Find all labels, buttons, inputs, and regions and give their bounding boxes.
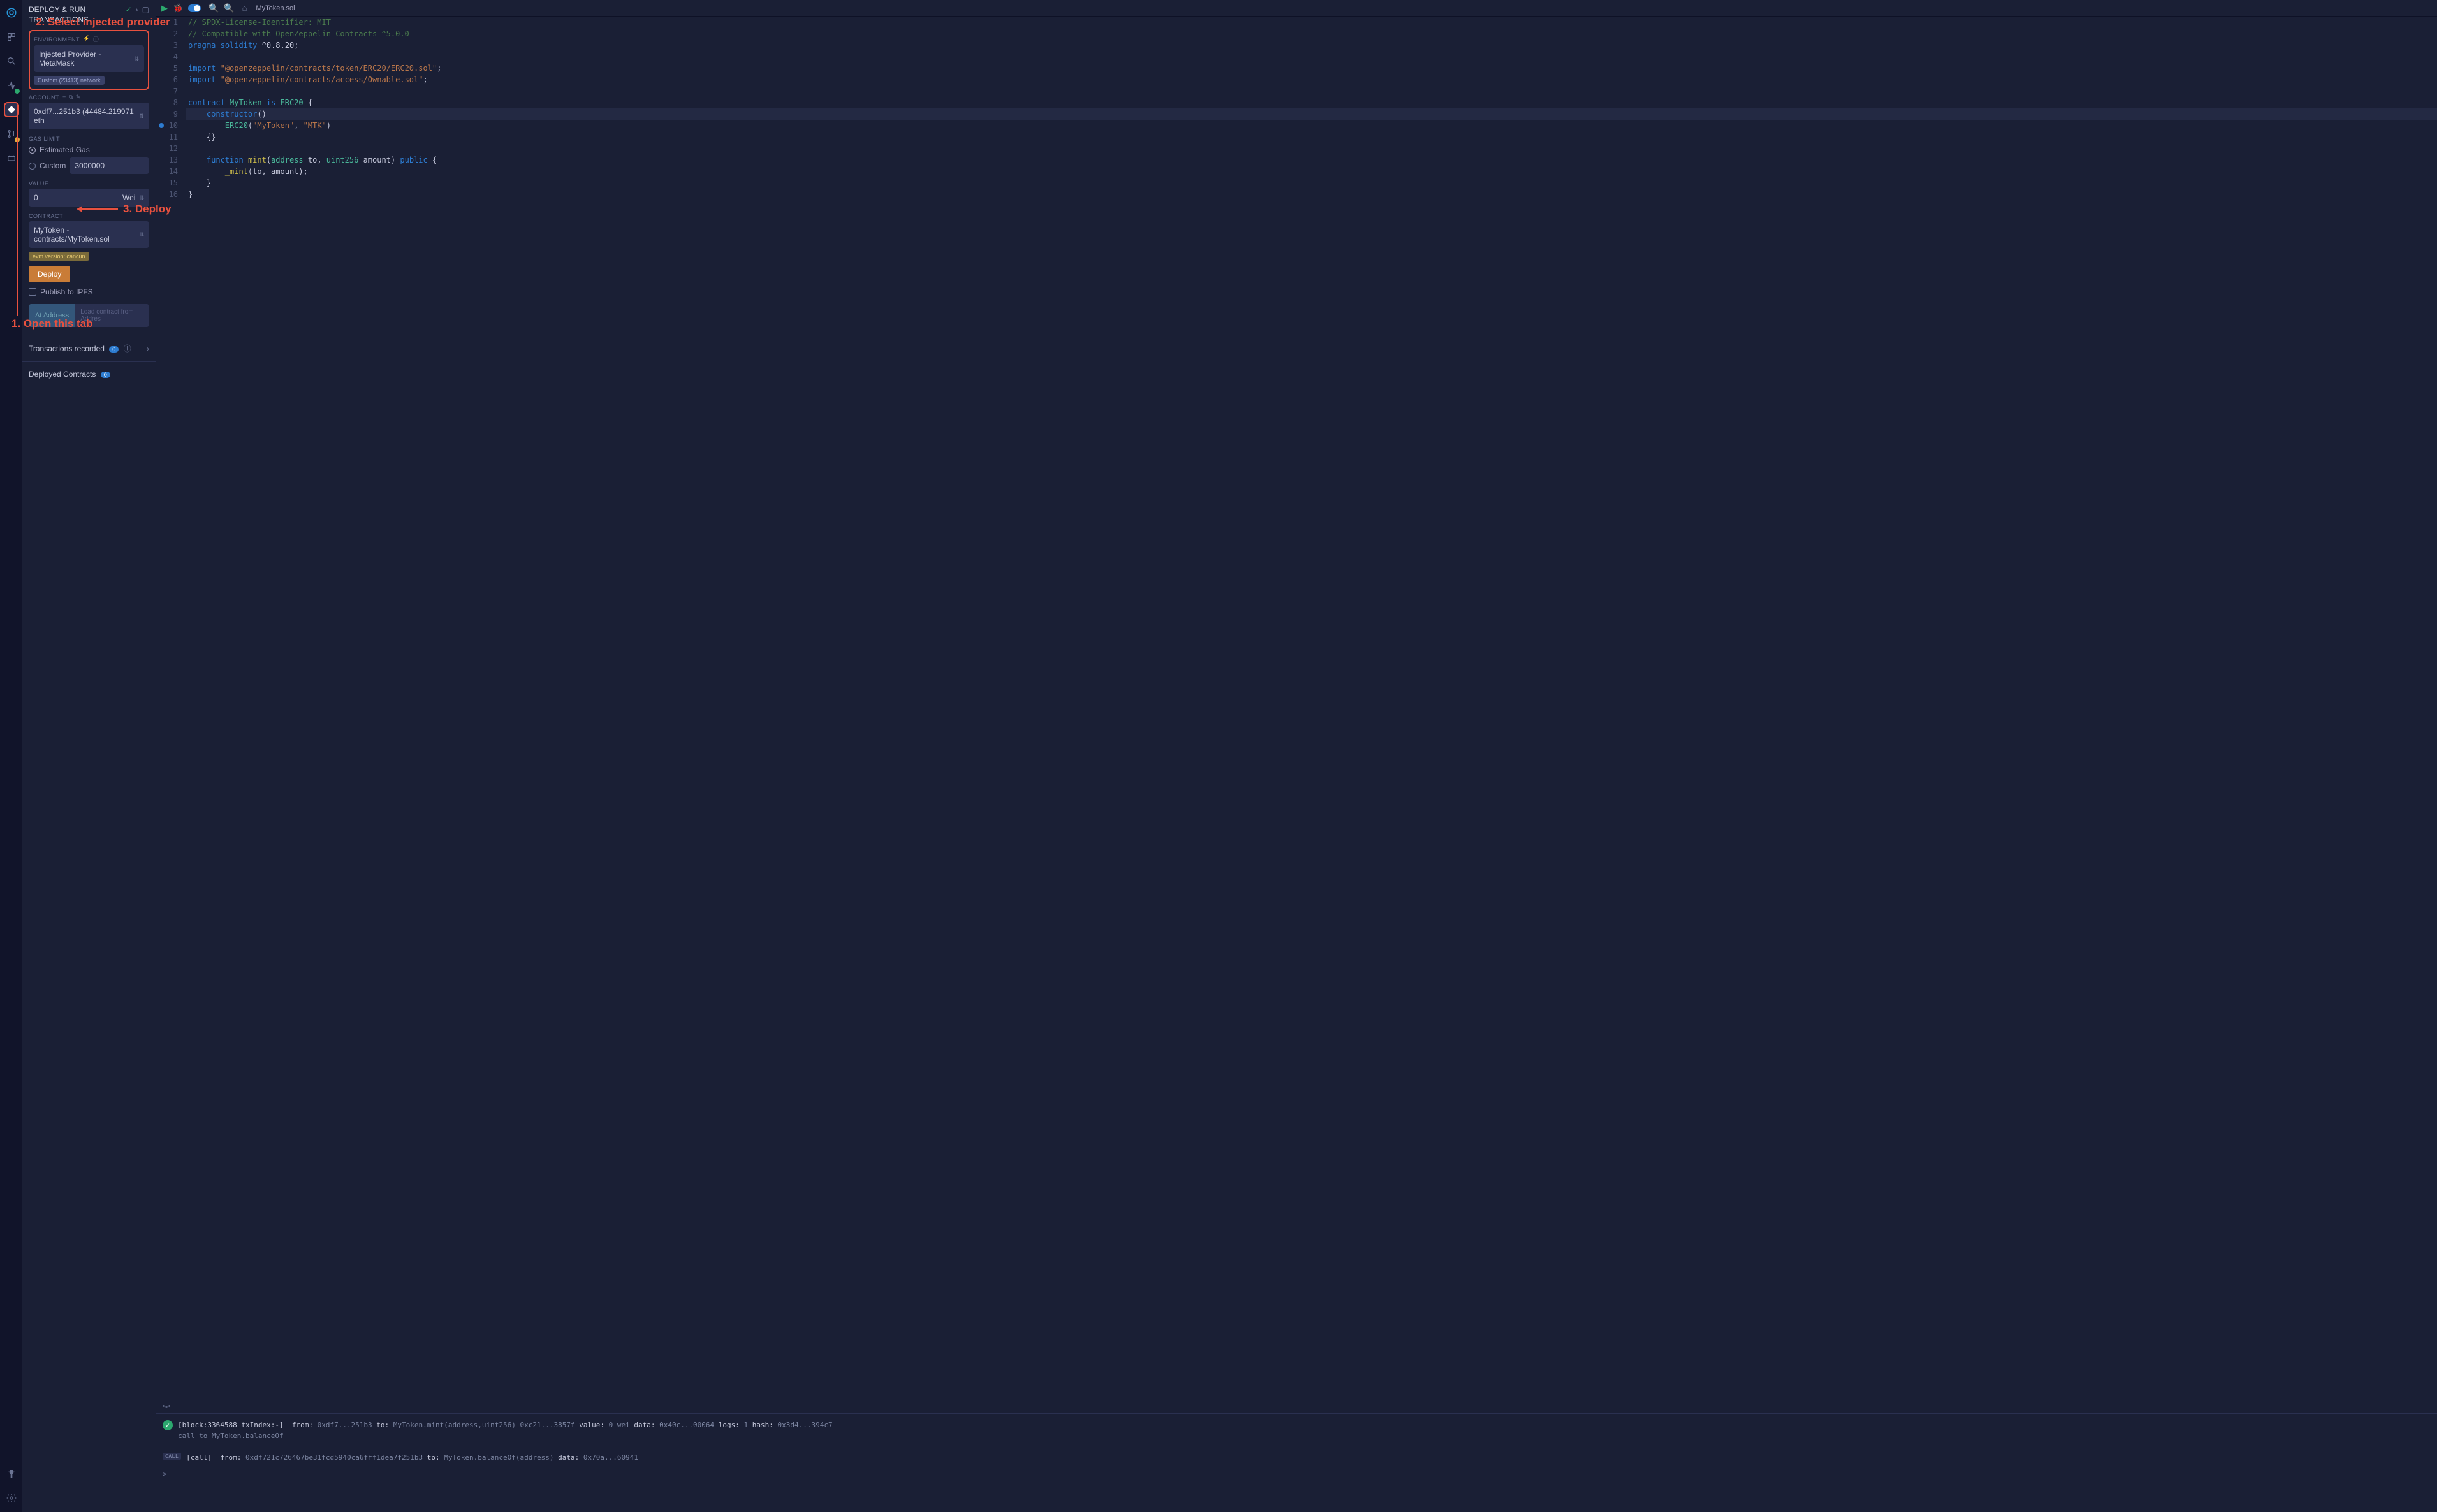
- value-label: VALUE: [29, 180, 149, 187]
- account-label: ACCOUNT: [29, 94, 59, 101]
- gas-custom-radio[interactable]: Custom: [29, 161, 66, 170]
- panel-expand-icon[interactable]: ▢: [142, 5, 149, 15]
- tx-log-line: [block:3364588 txIndex:-] from: 0xdf7...…: [178, 1420, 833, 1441]
- deployed-contracts-row[interactable]: Deployed Contracts 0: [29, 370, 149, 379]
- editor-area: ▶ 🐞 🔍 🔍 ⌂ MyToken.sol 2. Select injected…: [156, 0, 2437, 1512]
- account-select[interactable]: 0xdf7...251b3 (44484.219971 eth⇅: [29, 103, 149, 129]
- gas-estimated-radio[interactable]: Estimated Gas: [29, 145, 149, 154]
- environment-select[interactable]: Injected Provider - MetaMask⇅: [34, 45, 144, 72]
- at-address-button[interactable]: At Address: [29, 304, 75, 327]
- terminal[interactable]: ✓ [block:3364588 txIndex:-] from: 0xdf7.…: [156, 1413, 2437, 1512]
- deploy-panel: DEPLOY & RUN TRANSACTIONS ✓ › ▢ ENVIRONM…: [22, 0, 156, 1512]
- file-tab[interactable]: MyToken.sol: [252, 4, 298, 12]
- env-plug-icon[interactable]: ⚡: [83, 35, 91, 43]
- tx-success-icon: ✓: [163, 1420, 173, 1430]
- zoom-out-icon[interactable]: 🔍: [209, 3, 219, 13]
- value-input[interactable]: 0: [29, 189, 117, 207]
- toggle-switch[interactable]: [188, 4, 201, 12]
- plugin-icon[interactable]: [4, 150, 19, 166]
- compiler-icon[interactable]: [4, 78, 19, 93]
- environment-label: ENVIRONMENT: [34, 36, 80, 43]
- account-sign-icon[interactable]: ✎: [76, 94, 81, 101]
- call-log-line: [call] from: 0xdf721c726467be31fcd5940ca…: [186, 1453, 638, 1464]
- plugin-manager-icon[interactable]: [4, 1466, 19, 1481]
- evm-version-badge: evm version: cancun: [29, 252, 89, 261]
- value-unit-select[interactable]: Wei⇅: [117, 189, 149, 207]
- call-badge: CALL: [163, 1453, 181, 1460]
- contract-select[interactable]: MyToken - contracts/MyToken.sol⇅: [29, 221, 149, 248]
- file-explorer-icon[interactable]: [4, 29, 19, 45]
- environment-section: ENVIRONMENT ⚡ ⓘ Injected Provider - Meta…: [29, 30, 149, 90]
- panel-next-icon[interactable]: ›: [136, 5, 138, 15]
- gas-custom-input[interactable]: 3000000: [70, 157, 149, 174]
- deploy-run-icon[interactable]: [4, 102, 19, 117]
- env-info-icon[interactable]: ⓘ: [93, 35, 99, 43]
- network-badge: Custom (23413) network: [34, 76, 105, 85]
- code-editor[interactable]: 12345678910111213141516 // SPDX-License-…: [156, 17, 2437, 1413]
- gas-limit-label: GAS LIMIT: [29, 136, 149, 142]
- panel-title: DEPLOY & RUN TRANSACTIONS: [29, 5, 126, 25]
- debugger-icon[interactable]: [4, 126, 19, 142]
- terminal-prompt[interactable]: >: [163, 1470, 2431, 1478]
- contract-label: CONTRACT: [29, 213, 149, 219]
- deploy-button[interactable]: Deploy: [29, 266, 70, 282]
- debug-icon[interactable]: 🐞: [173, 3, 183, 13]
- panel-check-icon[interactable]: ✓: [126, 5, 132, 15]
- icon-sidebar: [0, 0, 22, 1512]
- run-icon[interactable]: ▶: [161, 3, 168, 13]
- settings-icon[interactable]: [4, 1490, 19, 1506]
- at-address-input[interactable]: Load contract from Addres: [75, 304, 149, 327]
- remix-logo-icon[interactable]: [4, 5, 19, 20]
- account-copy-icon[interactable]: ⧉: [69, 94, 73, 101]
- transactions-recorded-row[interactable]: Transactions recorded 0 ⓘ ›: [29, 343, 149, 354]
- zoom-in-icon[interactable]: 🔍: [224, 3, 234, 13]
- home-tab-icon[interactable]: ⌂: [242, 3, 247, 13]
- editor-toolbar: ▶ 🐞 🔍 🔍 ⌂ MyToken.sol: [156, 0, 2437, 17]
- account-add-icon[interactable]: +: [62, 94, 66, 101]
- publish-ipfs-checkbox[interactable]: Publish to IPFS: [29, 287, 149, 296]
- search-icon[interactable]: [4, 54, 19, 69]
